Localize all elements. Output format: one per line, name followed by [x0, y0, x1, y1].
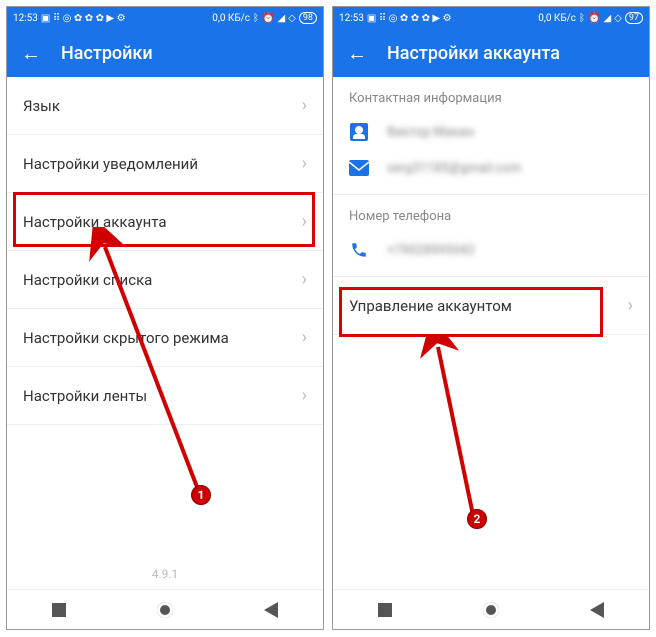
signal-icon: ◢ — [277, 13, 285, 24]
phone-value: +79028995042 — [387, 243, 475, 258]
chevron-right-icon: › — [302, 95, 307, 116]
row-label: Управление аккаунтом — [349, 297, 512, 315]
row-list-settings[interactable]: Настройки списка › — [7, 251, 323, 309]
phone-row: +79028995042 — [333, 232, 649, 277]
android-navbar — [333, 589, 649, 629]
row-label: Настройки аккаунта — [23, 213, 166, 231]
nav-home-icon[interactable] — [483, 602, 499, 618]
status-icons-left: ▣ ⠿ ◎ ✿ ✿ ✿ ▶ ⚙ — [367, 13, 452, 24]
nav-back-icon[interactable] — [590, 602, 604, 618]
row-manage-account[interactable]: Управление аккаунтом › — [333, 277, 649, 335]
section-phone-label: Номер телефона — [333, 194, 649, 232]
row-label: Настройки скрытого режима — [23, 329, 229, 347]
statusbar: 12:53 ▣ ⠿ ◎ ✿ ✿ ✿ ▶ ⚙ 0,0 КБ/с ᛒ ⏰ ◢ ◇ 9… — [7, 7, 323, 29]
bluetooth-icon: ᛒ — [253, 13, 259, 24]
android-navbar — [7, 589, 323, 629]
row-label: Настройки уведомлений — [23, 155, 198, 173]
status-data: 0,0 КБ/с — [212, 13, 250, 24]
appbar-title: Настройки — [61, 43, 153, 64]
phone-right: 12:53 ▣ ⠿ ◎ ✿ ✿ ✿ ▶ ⚙ 0,0 КБ/с ᛒ ⏰ ◢ ◇ 9… — [332, 6, 650, 630]
status-time: 12:53 — [13, 13, 38, 24]
section-contact-label: Контактная информация — [333, 77, 649, 114]
contact-name-row: Виктор Макин — [333, 114, 649, 150]
signal-icon: ◢ — [603, 13, 611, 24]
appbar-title: Настройки аккаунта — [387, 43, 560, 64]
contact-email-row: serg31185@gmail.com — [333, 150, 649, 194]
content-area: Контактная информация Виктор Макин serg3… — [333, 77, 649, 629]
person-icon — [349, 122, 369, 142]
version-label: 4.9.1 — [7, 567, 323, 581]
contact-name-value: Виктор Макин — [387, 125, 474, 140]
chevron-right-icon: › — [302, 153, 307, 174]
wifi-icon: ◇ — [288, 13, 296, 24]
status-data: 0,0 КБ/с — [538, 13, 576, 24]
nav-back-icon[interactable] — [264, 602, 278, 618]
row-account-settings[interactable]: Настройки аккаунта › — [7, 193, 323, 251]
alarm-icon: ⏰ — [262, 13, 274, 24]
statusbar: 12:53 ▣ ⠿ ◎ ✿ ✿ ✿ ▶ ⚙ 0,0 КБ/с ᛒ ⏰ ◢ ◇ 9… — [333, 7, 649, 29]
row-language[interactable]: Язык › — [7, 77, 323, 135]
row-label: Язык — [23, 97, 60, 115]
email-icon — [349, 158, 369, 178]
chevron-right-icon: › — [302, 211, 307, 232]
row-feed-settings[interactable]: Настройки ленты › — [7, 367, 323, 425]
back-icon[interactable]: ← — [21, 43, 41, 63]
content-area: Язык › Настройки уведомлений › Настройки… — [7, 77, 323, 629]
nav-recent-icon[interactable] — [378, 603, 392, 617]
alarm-icon: ⏰ — [588, 13, 600, 24]
status-icons-left: ▣ ⠿ ◎ ✿ ✿ ✿ ▶ ⚙ — [41, 13, 126, 24]
row-label: Настройки списка — [23, 271, 152, 289]
row-hidden-mode[interactable]: Настройки скрытого режима › — [7, 309, 323, 367]
battery-icon: 97 — [625, 12, 643, 24]
row-label: Настройки ленты — [23, 387, 147, 405]
chevron-right-icon: › — [302, 327, 307, 348]
annotation-arrow — [413, 335, 533, 535]
row-notifications[interactable]: Настройки уведомлений › — [7, 135, 323, 193]
annotation-badge-2: 2 — [467, 509, 487, 529]
appbar: ← Настройки — [7, 29, 323, 77]
nav-home-icon[interactable] — [157, 602, 173, 618]
annotation-badge-1: 1 — [191, 485, 211, 505]
chevron-right-icon: › — [302, 385, 307, 406]
back-icon[interactable]: ← — [347, 43, 367, 63]
nav-recent-icon[interactable] — [52, 603, 66, 617]
wifi-icon: ◇ — [614, 13, 622, 24]
status-time: 12:53 — [339, 13, 364, 24]
phone-left: 12:53 ▣ ⠿ ◎ ✿ ✿ ✿ ▶ ⚙ 0,0 КБ/с ᛒ ⏰ ◢ ◇ 9… — [6, 6, 324, 630]
phone-icon — [349, 240, 369, 260]
battery-icon: 98 — [299, 12, 317, 24]
chevron-right-icon: › — [628, 295, 633, 316]
chevron-right-icon: › — [302, 269, 307, 290]
contact-email-value: serg31185@gmail.com — [387, 161, 522, 176]
bluetooth-icon: ᛒ — [579, 13, 585, 24]
appbar: ← Настройки аккаунта — [333, 29, 649, 77]
